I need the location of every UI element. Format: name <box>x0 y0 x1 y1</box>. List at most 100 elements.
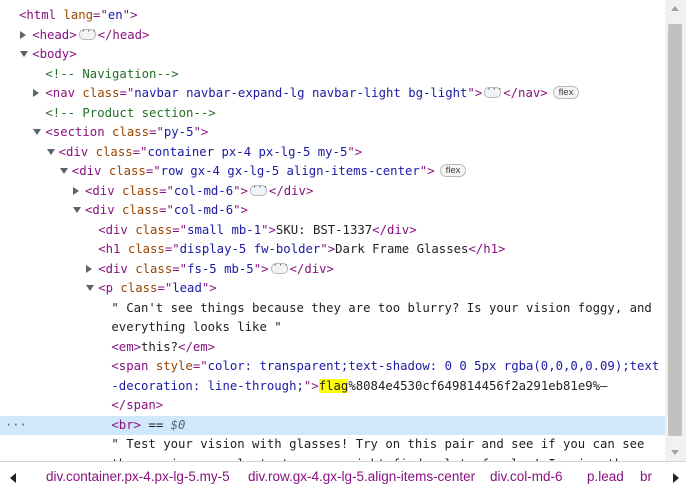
dom-token: </head> <box>97 27 150 42</box>
dom-token: this? <box>141 339 179 354</box>
breadcrumb-item[interactable]: div.row.gx-4.gx-lg-5.align-items-center <box>248 469 475 484</box>
breadcrumb-item[interactable]: div.col-md-6 <box>490 469 563 484</box>
dom-node-line[interactable]: <h1 class="display-5 fw-bolder">Dark Fra… <box>0 240 665 260</box>
breadcrumb-item[interactable]: br <box>640 469 652 484</box>
expand-triangle-icon[interactable] <box>86 285 95 291</box>
breadcrumb-item[interactable]: div.container.px-4.px-lg-5.my-5 <box>46 469 230 484</box>
scroll-left-arrow-icon[interactable] <box>10 473 16 483</box>
dom-node-line[interactable]: <div class="col-md-6"> </div> <box>0 179 665 202</box>
dom-node-line[interactable]: <span style="color: transparent;text-sha… <box>0 357 665 377</box>
expand-triangle-icon[interactable] <box>59 168 68 174</box>
dom-token: style <box>155 359 193 373</box>
dom-node-line[interactable]: </span> <box>0 396 665 416</box>
dom-node-line[interactable]: <div class="small mb-1">SKU: BST-1337</d… <box>0 221 665 241</box>
dom-node-line[interactable]: <html lang="en"> <box>0 6 665 26</box>
scroll-up-arrow-icon[interactable] <box>671 6 679 11</box>
dom-token: "> <box>233 183 248 198</box>
selected-node-gutter[interactable]: ··· <box>5 416 27 436</box>
dom-node-line[interactable]: <em>this?</em> <box>0 338 665 358</box>
dom-node-line[interactable]: ··· <br> == $0 <box>0 415 665 436</box>
dom-node-line[interactable]: <nav class="navbar navbar-expand-lg navb… <box>0 81 665 104</box>
dom-node-line[interactable]: " Can't see things because they are too … <box>0 299 665 319</box>
dom-token: =" <box>132 144 148 159</box>
dom-node-line[interactable]: " Test your vision with glasses! Try on … <box>0 435 665 455</box>
dom-token: <html <box>19 8 64 22</box>
expand-triangle-icon[interactable] <box>33 129 42 135</box>
dom-node-line[interactable]: -decoration: line-through;">flag%8084e45… <box>0 377 665 397</box>
dom-token: "> <box>201 281 217 295</box>
collapse-triangle-icon[interactable] <box>33 89 40 97</box>
elements-panel: <html lang="en"><head></head><body><!-- … <box>0 0 686 495</box>
dom-node-line[interactable]: <head> </head> <box>0 23 665 46</box>
dom-token: class <box>122 183 160 198</box>
dom-token: class <box>135 261 173 276</box>
dom-token: "> <box>467 86 483 100</box>
dom-token: =" <box>164 242 180 256</box>
dom-token: lead <box>172 281 202 295</box>
dom-node-line[interactable]: <div class="col-md-6"> <box>0 201 665 221</box>
dom-token: <br> <box>111 417 142 432</box>
dom-token: <head> <box>32 27 77 42</box>
dom-tree: <html lang="en"><head></head><body><!-- … <box>0 0 665 461</box>
dom-token: "> <box>233 203 248 217</box>
dom-token: </em> <box>178 339 216 354</box>
dom-token: %8084e4530cf649814456f2a291eb81e9%— <box>348 378 608 393</box>
dom-node-line[interactable]: <div class="fs-5 mb-5"> </div> <box>0 257 665 280</box>
collapsed-content-ellipsis[interactable] <box>484 81 502 101</box>
dom-token: == <box>141 417 171 432</box>
dom-node-line[interactable]: <!-- Product section--> <box>0 104 665 124</box>
expand-triangle-icon[interactable] <box>20 51 29 57</box>
dom-token: <nav <box>45 86 83 100</box>
dom-token: "> <box>193 125 209 139</box>
dom-node-line[interactable]: everything looks like " <box>0 318 665 338</box>
dom-token: <h1 <box>98 242 128 256</box>
dom-token: everything looks like " <box>111 320 282 334</box>
dom-token: <p <box>98 281 121 295</box>
expand-triangle-icon[interactable] <box>46 148 55 155</box>
dom-token: "> <box>303 378 319 393</box>
dom-token: <em> <box>111 339 142 354</box>
dom-node-line[interactable]: <!-- Navigation--> <box>0 65 665 85</box>
flex-badge[interactable]: flex <box>552 86 580 99</box>
dom-token: py-5 <box>163 125 194 139</box>
scroll-right-arrow-icon[interactable] <box>673 473 679 483</box>
breadcrumb-item[interactable]: p.lead <box>587 469 624 484</box>
dom-token: =" <box>145 164 161 178</box>
dom-token: class <box>120 281 158 295</box>
dom-node-line[interactable]: <section class="py-5"> <box>0 123 665 143</box>
dom-token: </span> <box>111 398 164 412</box>
dom-token: small mb-1 <box>187 222 262 237</box>
dom-node-line[interactable]: <body> <box>0 45 665 65</box>
dom-node-line[interactable]: <p class="lead"> <box>0 279 665 299</box>
collapsed-content-ellipsis[interactable] <box>78 23 97 42</box>
scrollbar-thumb[interactable] <box>668 24 682 436</box>
dom-node-line[interactable]: <div class="container px-4 px-lg-5 my-5"… <box>0 143 665 163</box>
flex-badge[interactable]: flex <box>439 164 467 177</box>
dom-token: </div> <box>289 261 334 276</box>
dom-token: Dark Frame Glasses <box>335 242 469 256</box>
collapse-triangle-icon[interactable] <box>73 186 79 195</box>
dom-token: <span <box>111 359 156 373</box>
collapse-triangle-icon[interactable] <box>86 264 93 273</box>
collapse-triangle-icon[interactable] <box>20 30 27 39</box>
dom-token: " Test your vision with glasses! Try on … <box>111 437 645 451</box>
collapsed-content-ellipsis[interactable] <box>249 179 268 198</box>
dom-node-line[interactable]: <div class="row gx-4 gx-lg-5 align-items… <box>0 162 665 182</box>
vertical-scrollbar[interactable] <box>665 0 686 461</box>
expand-triangle-icon[interactable] <box>73 207 81 213</box>
dom-token: "> <box>261 222 276 237</box>
dom-token: navbar navbar-expand-lg navbar-light bg-… <box>134 86 468 100</box>
dom-token: class <box>82 86 120 100</box>
scroll-down-arrow-icon[interactable] <box>671 450 679 455</box>
dom-token: -decoration: line-through; <box>111 378 304 393</box>
dom-token: <div <box>85 183 123 198</box>
dom-token: class <box>112 125 150 139</box>
dom-token: <div <box>71 164 109 178</box>
dom-token: </div> <box>268 183 314 198</box>
dom-token: en <box>107 8 123 22</box>
dom-token: SKU: BST-1337 <box>275 222 373 237</box>
dom-token: class <box>135 222 173 237</box>
dom-token: <div <box>98 261 136 276</box>
collapsed-content-ellipsis[interactable] <box>270 257 289 276</box>
dom-token: row gx-4 gx-lg-5 align-items-center <box>160 164 420 178</box>
